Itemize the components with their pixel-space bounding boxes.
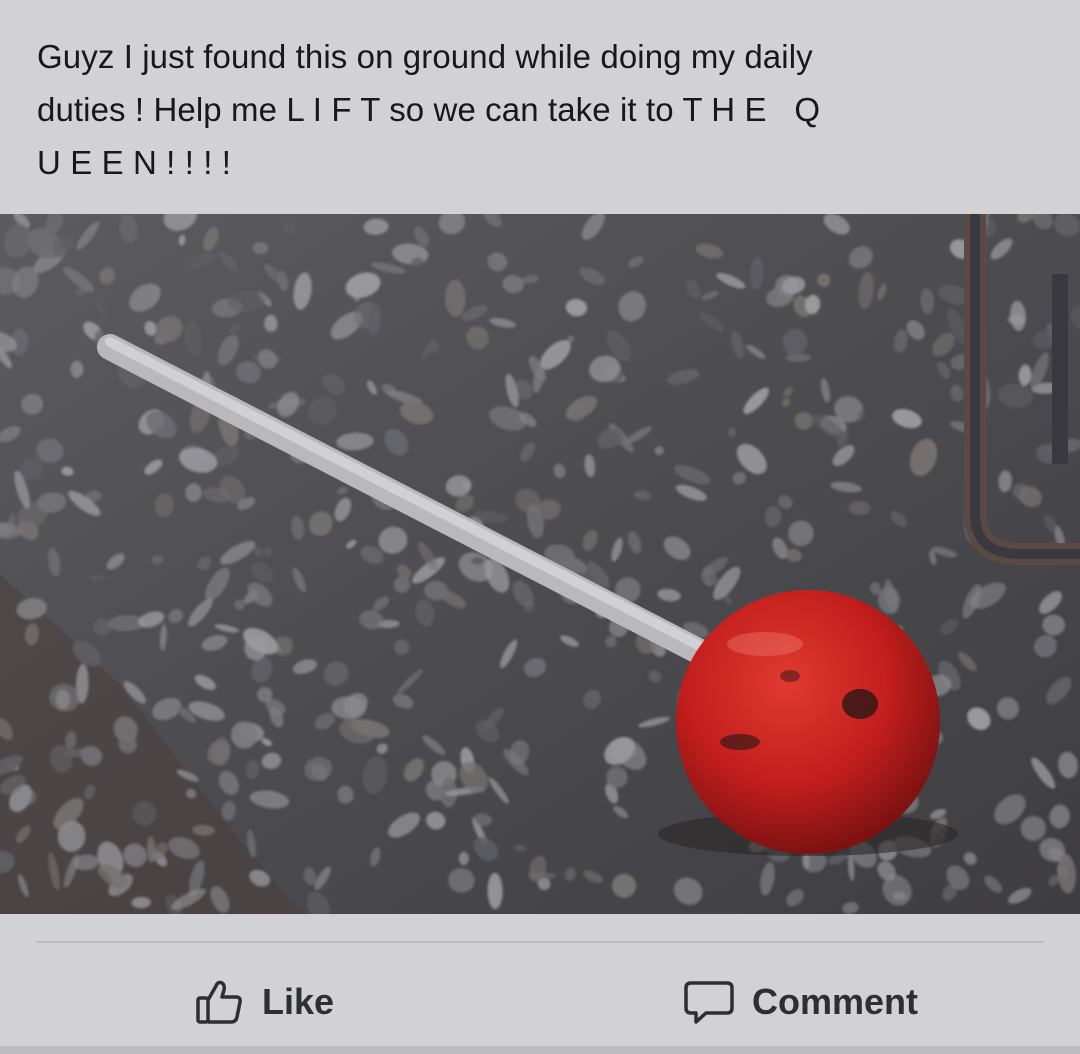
comment-button[interactable]: Comment bbox=[682, 960, 918, 1044]
like-label: Like bbox=[262, 981, 335, 1022]
post-photo[interactable] bbox=[0, 214, 1080, 914]
comment-label: Comment bbox=[752, 981, 919, 1022]
post-card: Guyz I just found this on ground while d… bbox=[0, 0, 1080, 1054]
post-text: Guyz I just found this on ground while d… bbox=[37, 30, 1047, 189]
post-text-line-3: U E E N ! ! ! ! bbox=[37, 144, 232, 181]
action-divider bbox=[36, 941, 1044, 943]
bottom-edge bbox=[0, 1046, 1080, 1054]
like-button[interactable]: Like bbox=[194, 960, 334, 1044]
post-text-line-1: Guyz I just found this on ground while d… bbox=[37, 38, 813, 75]
speech-bubble-icon bbox=[682, 978, 736, 1026]
lollipop-candy bbox=[676, 590, 940, 854]
lollipop-photo-image bbox=[0, 214, 1080, 914]
thumbs-up-icon bbox=[194, 978, 246, 1026]
post-text-line-2: duties ! Help me L I F T so we can take … bbox=[37, 91, 821, 128]
post-actions: Like Comment bbox=[0, 960, 1080, 1044]
